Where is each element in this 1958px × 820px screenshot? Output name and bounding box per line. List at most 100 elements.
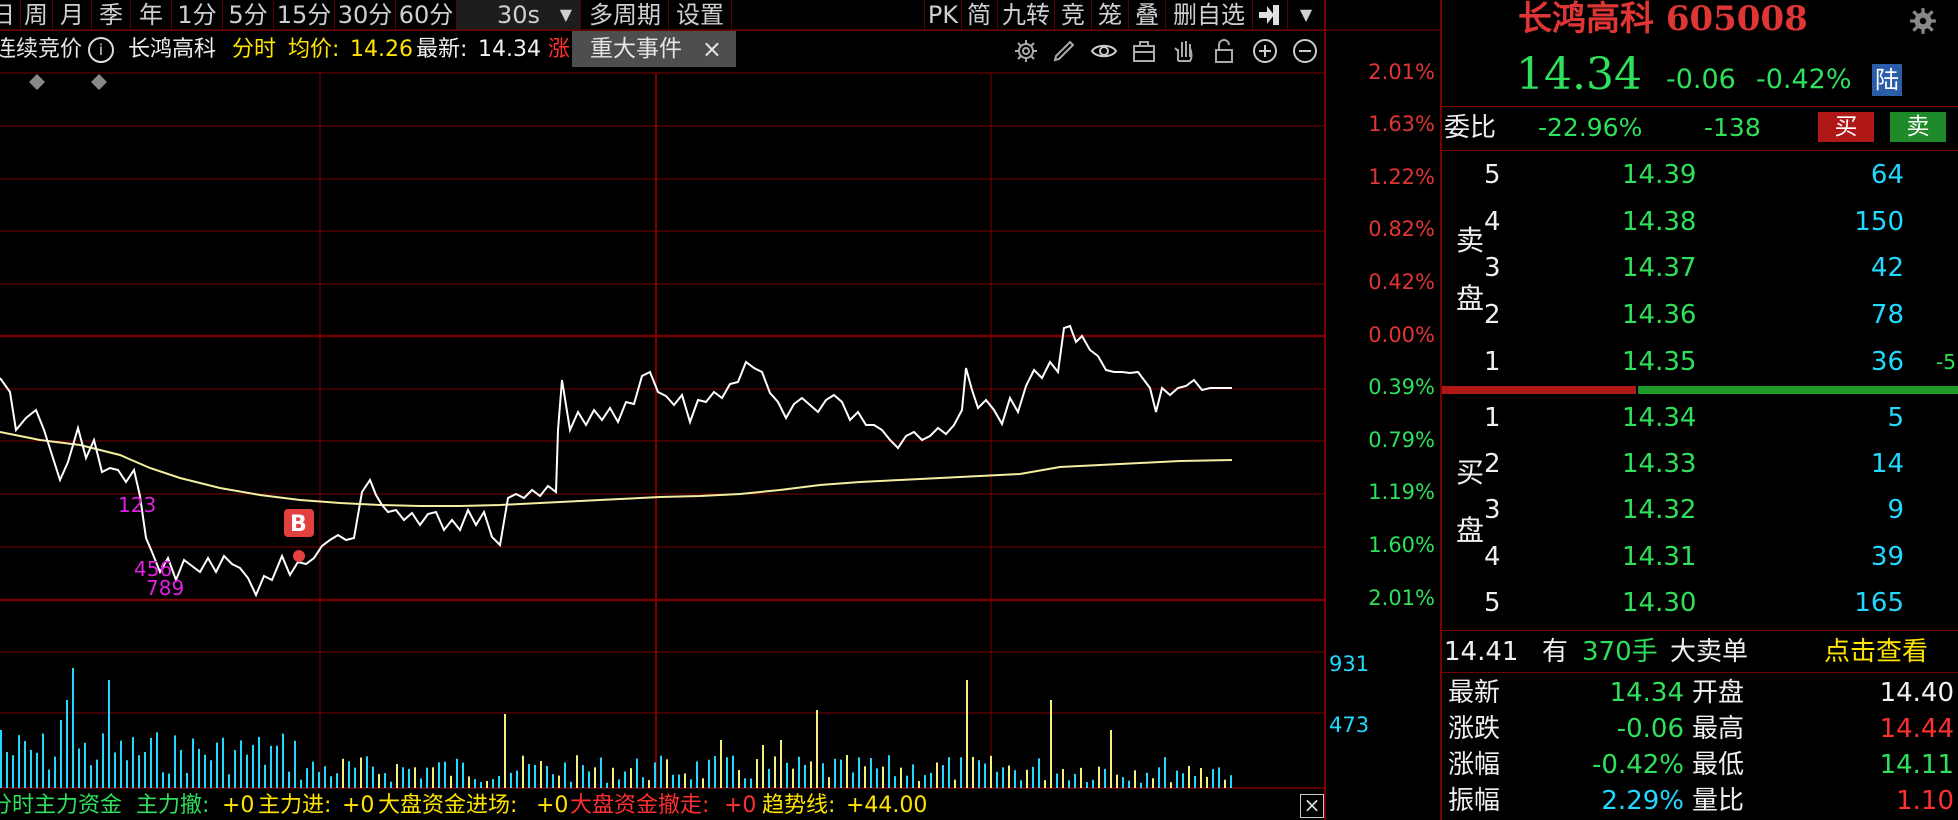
capital-flow-title: 分时主力资金 — [0, 793, 123, 818]
bid-price: 14.31 — [1622, 542, 1697, 572]
volume-axis-label: 931 — [1329, 652, 1370, 676]
trend-line-label: 趋势线: — [762, 793, 836, 818]
pct-label: 1.22% — [1368, 165, 1435, 189]
view-details-link[interactable]: 点击查看 — [1824, 634, 1928, 670]
buy-button[interactable]: 买 — [1818, 112, 1874, 142]
ask-level: 2 — [1484, 300, 1501, 330]
ask-price: 14.39 — [1622, 160, 1697, 190]
stat-label: 振幅 — [1448, 786, 1501, 816]
bid-row[interactable]: 1 14.34 5 — [1442, 399, 1958, 437]
ask-volume: 150 — [1854, 207, 1904, 237]
pct-label: 1.60% — [1368, 533, 1435, 557]
stat-value: -0.42% — [1592, 750, 1684, 780]
percent-axis: 2.01% 1.63% 1.22% 0.82% 0.42% 0.00% 0.39… — [1325, 0, 1435, 820]
stat-label: 开盘 — [1692, 678, 1745, 708]
big-order-notice[interactable]: 14.41 有 370手 大卖单 点击查看 — [1442, 634, 1958, 670]
bid-price: 14.30 — [1622, 588, 1697, 618]
ask-row[interactable]: 2 14.36 78 — [1442, 296, 1958, 334]
ask-level: 3 — [1484, 253, 1501, 283]
ask-row[interactable]: 1 14.35 36 -5 — [1442, 343, 1958, 381]
sell-button[interactable]: 卖 — [1890, 112, 1946, 142]
pct-label: 2.01% — [1368, 60, 1435, 84]
pct-label: 2.01% — [1368, 586, 1435, 610]
stat-value: -0.06 — [1616, 714, 1684, 744]
stat-label: 量比 — [1692, 786, 1745, 816]
stat-label: 涨幅 — [1448, 750, 1501, 780]
stat-value: 14.34 — [1609, 678, 1684, 708]
pct-label: 0.00% — [1368, 323, 1435, 347]
notice-type: 大卖单 — [1670, 637, 1749, 667]
main-inflow-value: +0 — [342, 793, 375, 818]
capital-flow-bar: 分时主力资金 主力撤: +0 主力进: +0 大盘资金进场: +0 大盘资金撤走… — [0, 792, 1325, 820]
weibi-label: 委比 — [1444, 113, 1497, 143]
bid-level: 5 — [1484, 588, 1501, 618]
price-change-pct: -0.42% — [1756, 64, 1852, 95]
price-change: -0.06 — [1666, 64, 1736, 95]
market-outflow-value: +0 — [724, 793, 757, 818]
stats-row: 涨幅 -0.42% 最低 14.11 — [1442, 748, 1958, 782]
volume-bars — [0, 668, 1232, 788]
bid-volume: 39 — [1870, 542, 1904, 572]
price-line — [0, 324, 1232, 598]
stats-row: 振幅 2.29% 量比 1.10 — [1442, 784, 1958, 818]
diamond-marker-1 — [29, 74, 45, 90]
pct-label: 0.39% — [1368, 375, 1435, 399]
pct-label: 1.63% — [1368, 112, 1435, 136]
ask-change: -5 — [1936, 350, 1956, 374]
pct-label: 0.82% — [1368, 217, 1435, 241]
ask-volume: 42 — [1870, 253, 1904, 283]
close-icon[interactable]: × — [1300, 794, 1324, 818]
ask-price: 14.38 — [1622, 207, 1697, 237]
weibi-value: -22.96% — [1538, 113, 1643, 142]
notice-text: 有 — [1542, 637, 1569, 667]
ask-level: 4 — [1484, 207, 1501, 237]
ask-row[interactable]: 3 14.37 42 — [1442, 249, 1958, 287]
stat-value: 14.44 — [1879, 714, 1954, 744]
bid-volume: 14 — [1870, 449, 1904, 479]
bid-level: 3 — [1484, 495, 1501, 525]
ask-row[interactable]: 4 14.38 150 — [1442, 203, 1958, 241]
ask-level: 1 — [1484, 347, 1501, 377]
ask-volume: 64 — [1870, 160, 1904, 190]
intraday-chart[interactable]: 123 456 789 B — [0, 0, 1440, 820]
main-inflow-label: 主力进: — [258, 793, 332, 818]
bid-price: 14.33 — [1622, 449, 1697, 479]
trend-line-value: +44.00 — [846, 793, 928, 818]
bid-row[interactable]: 5 14.30 165 — [1442, 584, 1958, 622]
ask-price: 14.36 — [1622, 300, 1697, 330]
buy-signal-label: B — [290, 512, 307, 537]
stat-value: 1.10 — [1896, 786, 1954, 816]
ask-level: 5 — [1484, 160, 1501, 190]
ask-row[interactable]: 5 14.39 64 — [1442, 156, 1958, 194]
diamond-marker-2 — [91, 74, 107, 90]
current-price: 14.34 — [1516, 49, 1642, 100]
bid-price: 14.32 — [1622, 495, 1697, 525]
bid-level: 4 — [1484, 542, 1501, 572]
bid-row[interactable]: 4 14.31 39 — [1442, 538, 1958, 576]
notice-price: 14.41 — [1444, 637, 1519, 667]
stats-row: 最新 14.34 开盘 14.40 — [1442, 676, 1958, 710]
stat-label: 最低 — [1692, 750, 1745, 780]
buy-signal-dot — [293, 550, 305, 562]
buy-ratio-bar — [1638, 386, 1958, 394]
bid-row[interactable]: 3 14.32 9 — [1442, 491, 1958, 529]
main-withdraw-label: 主力撤: — [136, 793, 210, 818]
bid-volume: 5 — [1887, 403, 1904, 433]
stat-value: 14.11 — [1879, 750, 1954, 780]
pct-label: 1.19% — [1368, 480, 1435, 504]
stats-row: 涨跌 -0.06 最高 14.44 — [1442, 712, 1958, 746]
average-price-line — [0, 431, 1233, 507]
gear-icon[interactable] — [1908, 6, 1938, 36]
pct-label: 0.42% — [1368, 270, 1435, 294]
ask-volume: 36 — [1870, 347, 1904, 377]
bid-level: 2 — [1484, 449, 1501, 479]
market-inflow-value: +0 — [536, 793, 569, 818]
market-outflow-label: 大盘资金撤走: — [570, 793, 710, 818]
bid-level: 1 — [1484, 403, 1501, 433]
bid-row[interactable]: 2 14.33 14 — [1442, 445, 1958, 483]
stat-value: 2.29% — [1601, 786, 1684, 816]
ask-price: 14.35 — [1622, 347, 1697, 377]
stat-value: 14.40 — [1879, 678, 1954, 708]
quote-panel: 长鸿高科 605008 14.34 -0.06 -0.42% 陆 委比 -22.… — [1440, 0, 1958, 820]
ask-price: 14.37 — [1622, 253, 1697, 283]
